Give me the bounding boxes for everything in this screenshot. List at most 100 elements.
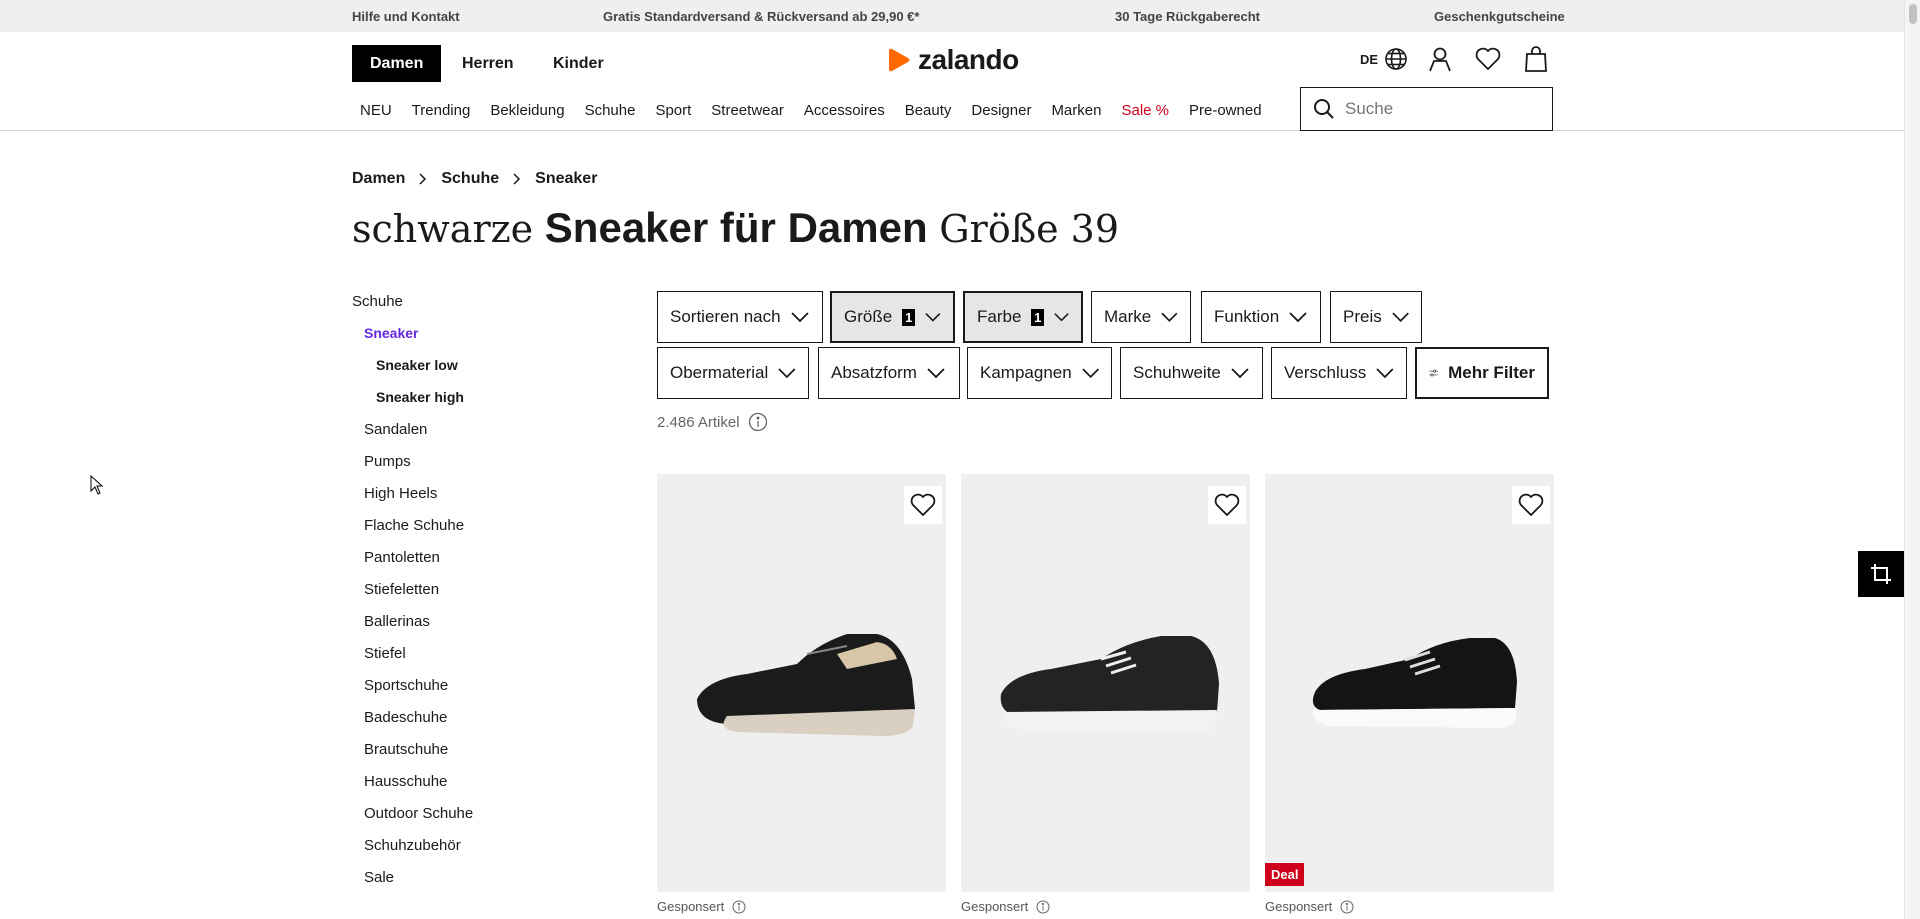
nav-item-designer[interactable]: Designer xyxy=(971,102,1031,119)
nav-item-neu[interactable]: NEU xyxy=(360,102,392,119)
filter-count-badge: 1 xyxy=(1031,308,1044,326)
gender-tab-kinder[interactable]: Kinder xyxy=(535,45,622,82)
filter-label: Preis xyxy=(1343,307,1382,326)
filter-upper-material[interactable]: Obermaterial xyxy=(657,347,809,399)
sidebar-item-high-heels[interactable]: High Heels xyxy=(364,485,437,502)
sidebar-item-badeschuhe[interactable]: Badeschuhe xyxy=(364,709,447,726)
logo-icon xyxy=(889,48,910,72)
filter-closure[interactable]: Verschluss xyxy=(1271,347,1407,399)
nav-item-schuhe[interactable]: Schuhe xyxy=(585,102,636,119)
filter-brand[interactable]: Marke xyxy=(1091,291,1191,343)
chevron-down-icon xyxy=(1392,312,1409,322)
title-suffix: Größe 39 xyxy=(939,207,1119,251)
nav-item-beauty[interactable]: Beauty xyxy=(905,102,952,119)
sidebar-item-pumps[interactable]: Pumps xyxy=(364,453,411,470)
zalando-logo[interactable]: zalando xyxy=(888,44,1019,76)
more-filters-button[interactable]: Mehr Filter xyxy=(1415,347,1549,399)
sidebar-item-schuhe[interactable]: Schuhe xyxy=(352,293,403,310)
scrollbar-thumb[interactable] xyxy=(1909,4,1917,24)
language-label[interactable]: DE xyxy=(1360,52,1378,67)
sidebar-item-brautschuhe[interactable]: Brautschuhe xyxy=(364,741,448,758)
wishlist-heart-icon[interactable] xyxy=(904,486,942,524)
chevron-down-icon xyxy=(1161,312,1178,322)
breadcrumb-schuhe[interactable]: Schuhe xyxy=(441,170,499,188)
filter-count-badge: 1 xyxy=(902,308,916,326)
shipping-info[interactable]: Gratis Standardversand & Rückversand ab … xyxy=(603,9,919,24)
chevron-down-icon xyxy=(1376,368,1394,378)
main-nav: NEU Trending Bekleidung Schuhe Sport Str… xyxy=(360,102,1262,119)
wishlist-icon[interactable] xyxy=(1473,44,1503,74)
info-icon[interactable] xyxy=(732,900,746,914)
filter-size[interactable]: Größe 1 xyxy=(830,291,955,343)
chevron-down-icon xyxy=(790,312,809,322)
search-box[interactable] xyxy=(1300,87,1553,131)
page-scrollbar[interactable] xyxy=(1904,0,1920,919)
filter-campaigns[interactable]: Kampagnen xyxy=(967,347,1112,399)
nav-item-preowned[interactable]: Pre-owned xyxy=(1189,102,1262,119)
nav-item-accessoires[interactable]: Accessoires xyxy=(804,102,885,119)
wishlist-heart-icon[interactable] xyxy=(1208,486,1246,524)
sidebar-item-sneaker-high[interactable]: Sneaker high xyxy=(376,389,464,405)
returns-info[interactable]: 30 Tage Rückgaberecht xyxy=(1115,9,1260,24)
sidebar-item-flache-schuhe[interactable]: Flache Schuhe xyxy=(364,517,464,534)
nav-item-streetwear[interactable]: Streetwear xyxy=(711,102,784,119)
crop-icon xyxy=(1871,564,1891,584)
sidebar-item-outdoor-schuhe[interactable]: Outdoor Schuhe xyxy=(364,805,473,822)
breadcrumb-damen[interactable]: Damen xyxy=(352,170,405,188)
filter-heel-shape[interactable]: Absatzform xyxy=(818,347,960,399)
filter-sort[interactable]: Sortieren nach xyxy=(657,291,823,343)
info-icon[interactable] xyxy=(1340,900,1354,914)
result-count-text: 2.486 Artikel xyxy=(657,413,740,431)
filter-shoe-width[interactable]: Schuhweite xyxy=(1120,347,1263,399)
filter-label: Marke xyxy=(1104,307,1152,326)
logo-text: zalando xyxy=(918,44,1019,75)
giftcards-link[interactable]: Geschenkgutscheine xyxy=(1434,9,1565,24)
help-link[interactable]: Hilfe und Kontakt xyxy=(352,9,460,24)
sponsored-label: Gesponsert xyxy=(657,899,746,914)
sidebar-item-sportschuhe[interactable]: Sportschuhe xyxy=(364,677,448,694)
sidebar-item-hausschuhe[interactable]: Hausschuhe xyxy=(364,773,447,790)
nav-item-sport[interactable]: Sport xyxy=(655,102,691,119)
breadcrumb: Damen Schuhe Sneaker xyxy=(352,170,597,188)
page-title: schwarze Sneaker für Damen Größe 39 xyxy=(352,204,1119,252)
info-icon[interactable] xyxy=(1036,900,1050,914)
sidebar-item-pantoletten[interactable]: Pantoletten xyxy=(364,549,440,566)
site-header: Damen Herren Kinder zalando DE NEU Trend… xyxy=(0,32,1904,131)
nav-item-trending[interactable]: Trending xyxy=(412,102,471,119)
info-icon[interactable] xyxy=(748,412,768,432)
sidebar-item-sneaker-low[interactable]: Sneaker low xyxy=(376,357,458,373)
product-card[interactable]: Deal xyxy=(1265,474,1554,892)
chevron-down-icon xyxy=(927,368,945,378)
sidebar-item-sale[interactable]: Sale xyxy=(364,869,394,886)
filter-price[interactable]: Preis xyxy=(1330,291,1422,343)
sidebar-item-stiefel[interactable]: Stiefel xyxy=(364,645,406,662)
sidebar-item-sandalen[interactable]: Sandalen xyxy=(364,421,427,438)
utility-bar: Hilfe und Kontakt Gratis Standardversand… xyxy=(0,0,1904,32)
filter-function[interactable]: Funktion xyxy=(1201,291,1321,343)
filter-label: Funktion xyxy=(1214,307,1280,326)
sidebar-item-stiefeletten[interactable]: Stiefeletten xyxy=(364,581,439,598)
chevron-down-icon xyxy=(1082,368,1099,378)
filter-color[interactable]: Farbe 1 xyxy=(963,291,1083,343)
sidebar-item-sneaker[interactable]: Sneaker xyxy=(364,325,418,341)
bag-icon[interactable] xyxy=(1521,44,1551,74)
sidebar-item-ballerinas[interactable]: Ballerinas xyxy=(364,613,430,630)
gender-tab-damen[interactable]: Damen xyxy=(352,45,442,82)
filter-label: Schuhweite xyxy=(1133,363,1221,382)
nav-item-marken[interactable]: Marken xyxy=(1051,102,1101,119)
gender-tab-herren[interactable]: Herren xyxy=(444,45,532,82)
deal-badge: Deal xyxy=(1265,863,1305,886)
sidebar-item-schuhzubehoer[interactable]: Schuhzubehör xyxy=(364,837,461,854)
nav-item-sale[interactable]: Sale % xyxy=(1121,102,1169,119)
crop-tool-button[interactable] xyxy=(1858,551,1904,597)
wishlist-heart-icon[interactable] xyxy=(1512,486,1550,524)
user-icon[interactable] xyxy=(1425,44,1455,74)
chevron-down-icon xyxy=(925,312,941,322)
globe-icon[interactable] xyxy=(1381,44,1411,74)
product-card[interactable] xyxy=(961,474,1250,892)
product-image xyxy=(1000,636,1219,732)
search-input[interactable] xyxy=(1345,99,1535,119)
product-card[interactable] xyxy=(657,474,946,892)
nav-item-bekleidung[interactable]: Bekleidung xyxy=(490,102,564,119)
breadcrumb-sneaker[interactable]: Sneaker xyxy=(535,170,597,188)
